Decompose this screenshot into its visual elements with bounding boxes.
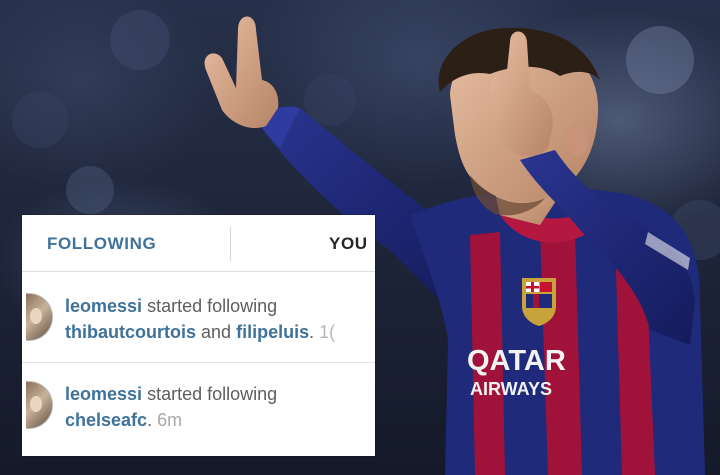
- timestamp: 6m: [157, 410, 183, 430]
- action-text: started following: [147, 296, 278, 316]
- activity-tabs: FOLLOWING YOU: [22, 215, 375, 272]
- tab-following[interactable]: FOLLOWING: [47, 234, 156, 254]
- timestamp: 1(: [319, 322, 336, 342]
- username-link[interactable]: chelseafc: [65, 410, 147, 430]
- tab-divider: [230, 227, 231, 261]
- notification-line: leomessi started following: [65, 384, 277, 405]
- notification-line: leomessi started following: [65, 296, 277, 317]
- avatar[interactable]: [26, 293, 53, 341]
- username-link[interactable]: thibautcourtois: [65, 322, 196, 342]
- tab-you[interactable]: YOU: [329, 234, 368, 254]
- instagram-activity-card: FOLLOWING YOU leomessi started following…: [22, 215, 375, 456]
- joiner-text: and: [201, 322, 232, 342]
- club-crest: [522, 278, 556, 326]
- jersey-sponsor-line-1: QATAR: [467, 345, 566, 377]
- username-link[interactable]: leomessi: [65, 296, 142, 316]
- notification-line: thibautcourtois and filipeluis. 1(: [65, 322, 336, 342]
- notification-item[interactable]: leomessi started following chelseafc. 6m: [22, 375, 375, 450]
- username-link[interactable]: filipeluis: [236, 322, 309, 342]
- divider: [22, 362, 375, 363]
- notification-item[interactable]: leomessi started following thibautcourto…: [22, 287, 375, 362]
- username-link[interactable]: leomessi: [65, 384, 142, 404]
- avatar[interactable]: [26, 381, 53, 429]
- jersey-sponsor-line-2: AIRWAYS: [470, 379, 552, 399]
- action-text: started following: [147, 384, 278, 404]
- notification-line: chelseafc. 6m: [65, 410, 183, 430]
